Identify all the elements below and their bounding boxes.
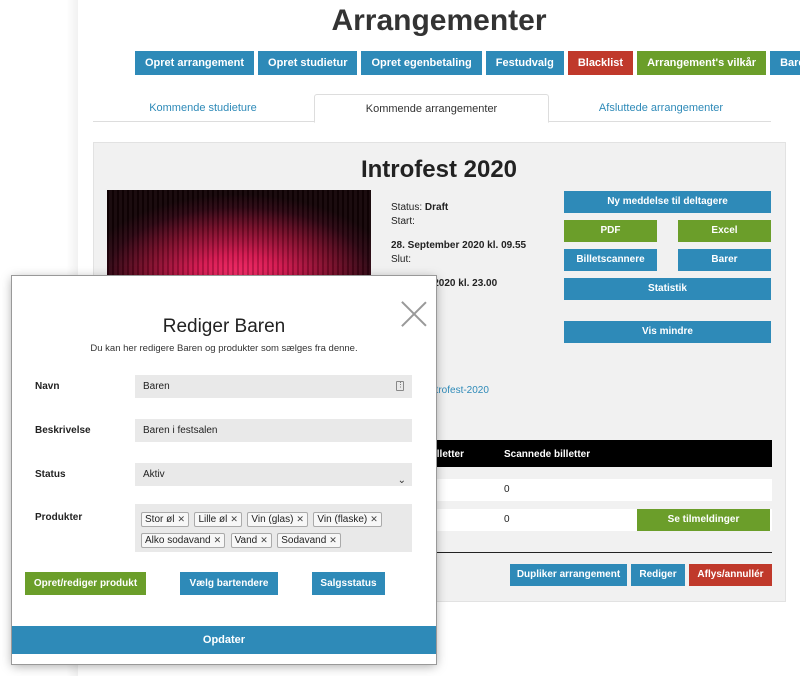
event-start-label: Start:	[391, 216, 415, 227]
divider	[422, 552, 772, 553]
remove-tag-icon[interactable]: ✕	[177, 514, 185, 524]
create-event-button[interactable]: Opret arrangement	[135, 51, 255, 75]
event-banner-image	[107, 190, 371, 280]
scanned-count: 0	[504, 514, 510, 525]
create-study-trip-button[interactable]: Opret studietur	[258, 51, 358, 75]
tab-finished-events[interactable]: Afsluttede arrangementer	[551, 94, 771, 123]
bars-button[interactable]: Barer	[770, 51, 800, 75]
name-label: Navn	[35, 381, 60, 392]
page-title: Arrangementer	[331, 4, 547, 37]
product-tag: Vin (glas) ✕	[247, 512, 308, 527]
event-link[interactable]: ntrofest-2020	[430, 385, 489, 396]
chevron-down-icon: ⌄	[397, 475, 406, 486]
column-header-scanned: Scannede billetter	[504, 449, 591, 460]
description-label: Beskrivelse	[35, 425, 91, 436]
excel-button[interactable]: Excel	[678, 220, 771, 242]
column-header-tickets: illetter	[434, 449, 465, 460]
new-message-button[interactable]: Ny meddelse til deltagere	[564, 191, 771, 213]
cancel-event-button[interactable]: Aflys/annullér	[689, 564, 772, 586]
event-title: Introfest 2020	[360, 156, 518, 183]
tab-upcoming-events[interactable]: Kommende arrangementer	[314, 94, 549, 123]
product-tag: Sodavand ✕	[277, 533, 341, 548]
edit-bar-modal: Rediger Baren Du kan her redigere Baren …	[12, 276, 436, 664]
product-tag: Alko sodavand ✕	[141, 533, 226, 548]
bars-action-button[interactable]: Barer	[678, 249, 771, 271]
description-field[interactable]: Baren i festsalen	[135, 419, 412, 442]
modal-title: Rediger Baren	[162, 316, 286, 337]
top-button-bar: Opret arrangement Opret studietur Opret …	[135, 51, 800, 75]
remove-tag-icon[interactable]: ✕	[230, 514, 238, 524]
autofill-icon: ⋮	[396, 381, 404, 391]
products-label: Produkter	[35, 512, 83, 523]
product-tag: Lille øl ✕	[194, 512, 242, 527]
name-field[interactable]: Baren ⋮	[135, 375, 412, 398]
remove-tag-icon[interactable]: ✕	[214, 535, 222, 545]
table-row: 0	[422, 479, 772, 501]
scanned-count: 0	[504, 484, 510, 495]
event-tabs: Kommende studieture Kommende arrangement…	[93, 94, 771, 123]
duplicate-event-button[interactable]: Dupliker arrangement	[510, 564, 627, 586]
remove-tag-icon[interactable]: ✕	[370, 514, 378, 524]
update-button[interactable]: Opdater	[12, 626, 436, 654]
show-less-button[interactable]: Vis mindre	[564, 321, 771, 343]
choose-bartenders-button[interactable]: Vælg bartendere	[180, 572, 278, 595]
create-self-payment-button[interactable]: Opret egenbetaling	[361, 51, 482, 75]
sales-status-button[interactable]: Salgsstatus	[312, 572, 385, 595]
edit-event-button[interactable]: Rediger	[631, 564, 685, 586]
event-end-label: Slut:	[391, 254, 412, 265]
modal-subtitle: Du kan her redigere Baren og produkter s…	[90, 343, 358, 354]
status-label: Status	[35, 469, 66, 480]
remove-tag-icon[interactable]: ✕	[260, 535, 268, 545]
product-tag: Stor øl ✕	[141, 512, 189, 527]
products-multiselect[interactable]: Stor øl ✕ Lille øl ✕ Vin (glas) ✕ Vin (flas…	[135, 504, 412, 552]
event-terms-button[interactable]: Arrangement's vilkår	[637, 51, 767, 75]
tab-upcoming-study-trips[interactable]: Kommende studieture	[93, 94, 313, 123]
remove-tag-icon[interactable]: ✕	[296, 514, 304, 524]
statistics-button[interactable]: Statistik	[564, 278, 771, 300]
product-tag: Vand ✕	[230, 533, 272, 548]
see-registrations-button[interactable]: Se tilmeldinger	[637, 509, 770, 531]
product-tag: Vin (flaske) ✕	[313, 512, 382, 527]
tickets-table-header: illetter Scannede billetter	[422, 440, 772, 467]
pdf-button[interactable]: PDF	[564, 220, 657, 242]
party-committee-button[interactable]: Festudvalg	[485, 51, 564, 75]
status-select[interactable]: Aktiv ⌄	[135, 463, 412, 486]
create-product-button[interactable]: Opret/rediger produkt	[25, 572, 146, 595]
event-status: Status: Draft	[391, 202, 449, 213]
event-start-value: 28. September 2020 kl. 09.55	[391, 240, 527, 251]
remove-tag-icon[interactable]: ✕	[329, 535, 337, 545]
ticket-scanners-button[interactable]: Billetscannere	[564, 249, 657, 271]
blacklist-button[interactable]: Blacklist	[567, 51, 634, 75]
